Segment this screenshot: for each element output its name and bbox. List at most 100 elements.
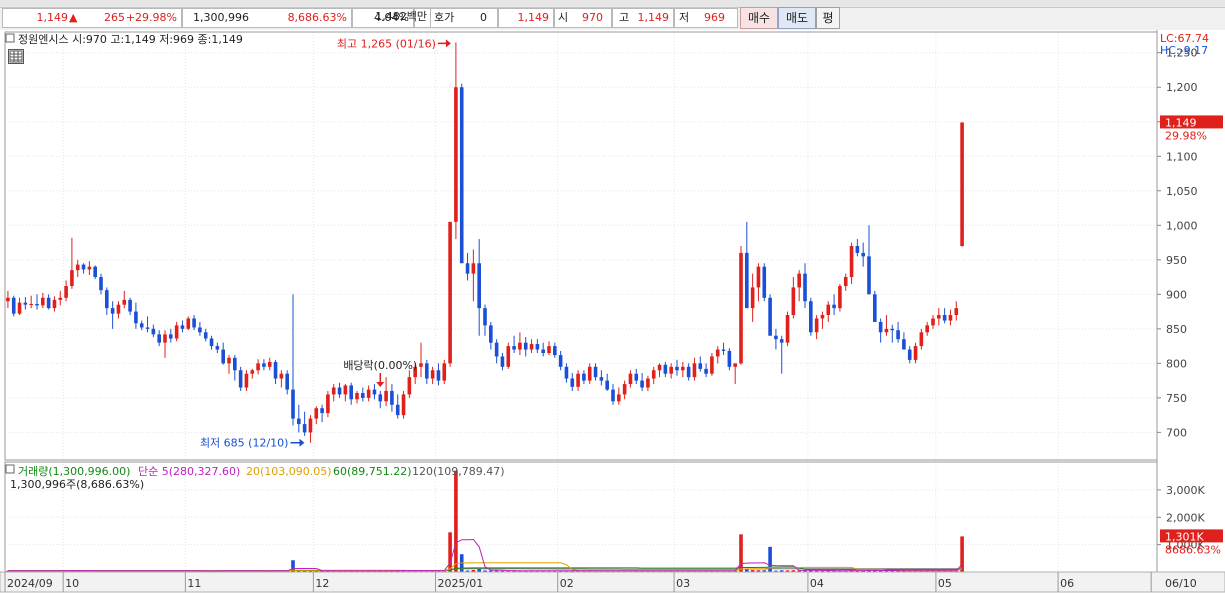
candle-up bbox=[547, 346, 551, 353]
sell-button[interactable]: 매도 bbox=[778, 7, 816, 29]
stock-chart[interactable]: 7007508008509009501,0001,0501,1001,1501,… bbox=[0, 30, 1225, 593]
candle-up bbox=[820, 315, 825, 319]
candle-up bbox=[29, 303, 33, 305]
candle-up bbox=[785, 315, 790, 343]
time-tick-label: 02 bbox=[560, 577, 574, 590]
candle-up bbox=[384, 390, 388, 402]
candle-up bbox=[797, 273, 801, 288]
candle-up bbox=[343, 385, 348, 395]
price-change-box: 1,149 ▲ 265 +29.98% bbox=[2, 8, 182, 28]
volume-tick-label: 3,000K bbox=[1166, 484, 1205, 497]
candle-down bbox=[541, 349, 545, 353]
candle-down bbox=[221, 349, 225, 364]
candle-up bbox=[529, 344, 534, 350]
candle-up bbox=[227, 357, 231, 364]
table-view-icon[interactable] bbox=[8, 49, 24, 64]
candle-down bbox=[675, 366, 679, 371]
volume-tick-label: 2,000K bbox=[1166, 511, 1205, 524]
candle-up bbox=[669, 366, 673, 374]
candle-up bbox=[454, 87, 458, 222]
annotation-low: 최저 685 (12/10) bbox=[200, 437, 289, 450]
time-tick-label: 06/10 bbox=[1165, 577, 1197, 590]
candle-down bbox=[395, 404, 400, 416]
price2-box: 1,149 bbox=[498, 8, 554, 28]
candle-up bbox=[692, 363, 697, 378]
candle-up bbox=[186, 318, 191, 329]
candle-down bbox=[81, 264, 86, 270]
candle-up bbox=[314, 408, 319, 419]
candle-up bbox=[715, 349, 720, 357]
low-label: 저 bbox=[679, 11, 690, 24]
time-tick-label: 06 bbox=[1060, 577, 1074, 590]
amount-field: 1,482백만 bbox=[355, 8, 427, 26]
candle-down bbox=[727, 350, 732, 367]
open-value: 970 bbox=[582, 11, 603, 24]
candle-down bbox=[46, 297, 51, 309]
volume-bar bbox=[454, 470, 458, 572]
candle-up bbox=[244, 373, 249, 388]
time-tick-label: 10 bbox=[65, 577, 79, 590]
candle-up bbox=[710, 356, 714, 374]
last-change-tag-label: 29.98% bbox=[1165, 129, 1207, 142]
candle-down bbox=[570, 378, 575, 387]
candle-down bbox=[686, 366, 691, 378]
candle-up bbox=[937, 315, 941, 319]
candle-down bbox=[512, 346, 516, 350]
candle-down bbox=[721, 349, 726, 351]
candle-down bbox=[436, 370, 441, 381]
candle-up bbox=[628, 373, 633, 385]
candle-down bbox=[192, 318, 196, 328]
candle-up bbox=[617, 394, 621, 402]
hoga-box: 호가 0 bbox=[430, 8, 498, 28]
candle-down bbox=[203, 332, 208, 339]
candle-down bbox=[774, 335, 778, 340]
candle-down bbox=[110, 308, 115, 314]
candle-up bbox=[506, 346, 511, 367]
candle-up bbox=[587, 366, 592, 381]
volume-ma120-label: 120(109,789.47) bbox=[412, 465, 505, 478]
candle-up bbox=[52, 299, 57, 309]
candle-down bbox=[861, 252, 865, 257]
candle-down bbox=[768, 297, 772, 336]
candle-down bbox=[23, 302, 28, 305]
candle-up bbox=[657, 364, 662, 371]
toolbar-top-strip bbox=[0, 0, 1225, 8]
candle-down bbox=[890, 328, 895, 331]
price-tick-label: 800 bbox=[1166, 357, 1187, 370]
candle-down bbox=[483, 308, 487, 326]
candle-down bbox=[139, 323, 144, 328]
price-tick-label: 950 bbox=[1166, 254, 1187, 267]
candle-down bbox=[215, 346, 220, 350]
time-tick-label: 12 bbox=[315, 577, 329, 590]
candle-down bbox=[704, 368, 708, 374]
last-volume-tag-label: 1,301K bbox=[1165, 530, 1204, 543]
price2-value: 1,149 bbox=[517, 11, 550, 24]
candle-up bbox=[58, 297, 63, 300]
candle-up bbox=[925, 325, 929, 333]
high-value: 1,149 bbox=[637, 11, 670, 24]
candle-up bbox=[814, 318, 819, 333]
volume-box: 1,300,996 8,686.63% bbox=[182, 8, 352, 28]
buy-button[interactable]: 매수 bbox=[740, 7, 778, 29]
candle-down bbox=[803, 273, 807, 302]
time-tick-label: 03 bbox=[676, 577, 690, 590]
candle-down bbox=[582, 373, 586, 381]
volume-bar bbox=[739, 534, 743, 572]
time-tick-label: 2024/09 bbox=[7, 577, 53, 590]
candle-up bbox=[622, 384, 627, 395]
candle-up bbox=[331, 387, 336, 395]
average-button[interactable]: 평 bbox=[816, 7, 840, 29]
candle-down bbox=[105, 290, 109, 309]
chart-background bbox=[0, 30, 1225, 593]
candle-down bbox=[523, 342, 528, 350]
candle-up bbox=[355, 393, 359, 400]
candle-down bbox=[553, 346, 557, 356]
price-tick-label: 1,000 bbox=[1166, 219, 1198, 232]
annotation-dividend: 배당락(0.00%) bbox=[343, 359, 417, 372]
candle-down bbox=[238, 370, 243, 388]
open-box: 시 970 bbox=[554, 8, 612, 28]
time-tick-label: 2025/01 bbox=[438, 577, 484, 590]
candle-up bbox=[733, 363, 737, 367]
candle-down bbox=[169, 334, 173, 339]
open-label: 시 bbox=[558, 11, 569, 24]
